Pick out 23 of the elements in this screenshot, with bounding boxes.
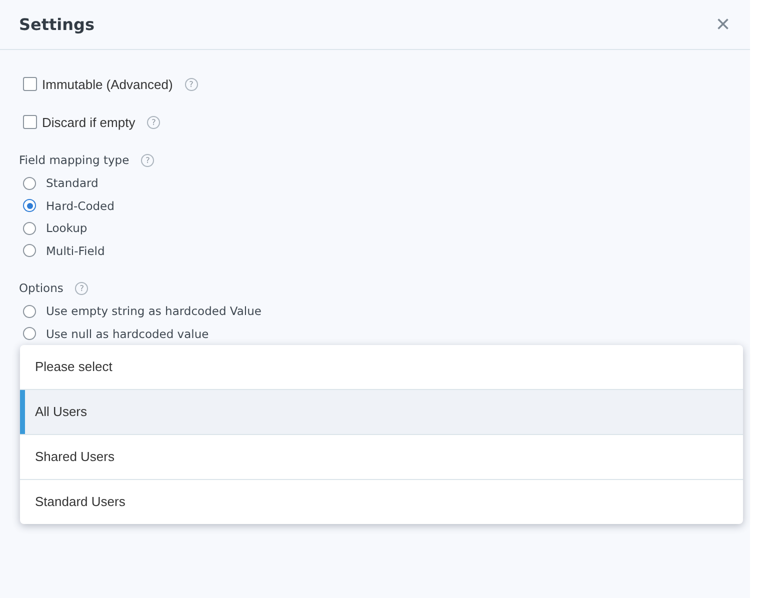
dropdown-item[interactable]: All Users [20, 389, 743, 434]
radio-label[interactable]: Lookup [46, 221, 88, 236]
dropdown-item[interactable]: Please select [20, 345, 743, 389]
dialog-title: Settings [19, 15, 95, 34]
radio-button[interactable] [23, 222, 36, 235]
radio-button[interactable] [23, 244, 36, 258]
radio-button[interactable] [23, 176, 36, 190]
radio-button[interactable] [23, 199, 36, 212]
radio-label[interactable]: Use empty string as hardcoded Value [46, 304, 262, 318]
radio-label[interactable]: Hard-Coded [46, 198, 114, 213]
checkbox[interactable] [23, 77, 37, 91]
radio-label[interactable]: Use null as hardcoded value [46, 326, 209, 341]
dropdown-item[interactable]: Standard Users [20, 479, 743, 524]
checkbox-label[interactable]: Immutable (Advanced) [42, 76, 173, 92]
checkbox[interactable] [23, 115, 37, 129]
radio-label[interactable]: Multi-Field [46, 244, 105, 258]
radio-button[interactable] [23, 304, 36, 318]
checkbox-label[interactable]: Discard if empty [42, 114, 136, 130]
group-label: Field mapping type [19, 153, 130, 167]
dropdown-item[interactable]: Shared Users [20, 434, 743, 479]
radio-label[interactable]: Standard [46, 176, 98, 190]
group-label: Options [19, 281, 64, 295]
radio-button[interactable] [23, 327, 36, 340]
